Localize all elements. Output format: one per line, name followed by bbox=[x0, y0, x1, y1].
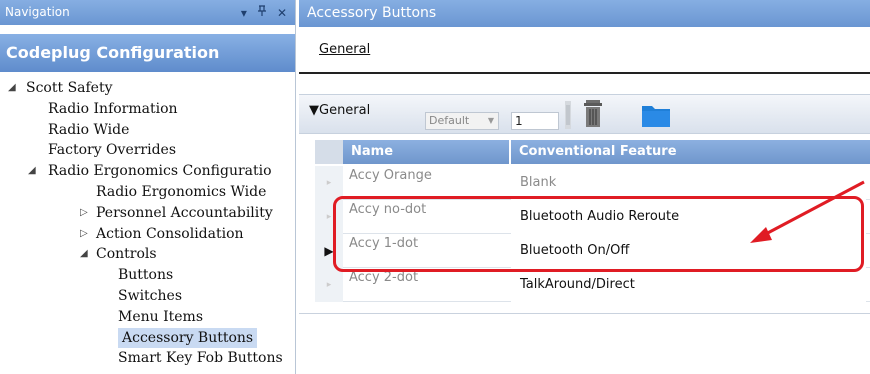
tree-item-personnel-accountability[interactable]: ▷ Personnel Accountability bbox=[0, 203, 295, 223]
trash-icon[interactable] bbox=[582, 99, 604, 129]
tree-item-radio-ergonomics-configuration[interactable]: ◢ Radio Ergonomics Configuratio bbox=[0, 161, 295, 181]
codeplug-configuration-header[interactable]: Codeplug Configuration bbox=[0, 34, 295, 72]
tree-item-controls[interactable]: ◢ Controls bbox=[0, 244, 295, 264]
tree-item-label: Menu Items bbox=[118, 308, 204, 325]
tree-item-radio-ergonomics-wide[interactable]: Radio Ergonomics Wide bbox=[0, 182, 295, 202]
red-arrow-icon bbox=[750, 180, 865, 243]
tab-divider bbox=[299, 72, 870, 74]
folder-icon[interactable] bbox=[641, 102, 671, 128]
tree-item-label: Action Consolidation bbox=[96, 225, 244, 242]
group-title[interactable]: ▼General bbox=[309, 103, 370, 118]
section-title: Codeplug Configuration bbox=[6, 43, 220, 62]
content-titlebar: Accessory Buttons bbox=[299, 0, 870, 27]
content-title: Accessory Buttons bbox=[307, 5, 437, 21]
tree-item-label: Radio Ergonomics Wide bbox=[96, 184, 267, 200]
tree-item-label: Switches bbox=[118, 288, 183, 304]
tab-general[interactable]: General bbox=[319, 42, 370, 57]
tree-item-label: Buttons bbox=[118, 267, 174, 284]
pin-icon[interactable] bbox=[257, 5, 267, 20]
tree-item-label: Scott Safety bbox=[26, 80, 113, 96]
tree-item-accessory-buttons[interactable]: Accessory Buttons bbox=[0, 327, 295, 348]
collapse-icon[interactable]: ◢ bbox=[8, 78, 20, 98]
collapse-icon[interactable]: ◢ bbox=[80, 244, 92, 264]
tree-item-factory-overrides[interactable]: Factory Overrides bbox=[0, 140, 295, 160]
dropdown-icon[interactable]: ▾ bbox=[241, 6, 247, 20]
tree-item-radio-wide[interactable]: Radio Wide bbox=[0, 120, 295, 140]
collapse-icon[interactable]: ◢ bbox=[28, 161, 40, 181]
expand-icon[interactable]: ▷ bbox=[80, 203, 92, 223]
tree-item-label: Radio Wide bbox=[48, 121, 130, 138]
default-select-value: Default bbox=[429, 114, 470, 127]
tree-item-radio-information[interactable]: Radio Information bbox=[0, 99, 295, 119]
tree-item-label: Accessory Buttons bbox=[118, 327, 258, 348]
default-select[interactable]: Default ▼ bbox=[425, 112, 499, 130]
tree-item-switches[interactable]: Switches bbox=[0, 286, 295, 306]
tree-item-label: Factory Overrides bbox=[48, 142, 177, 159]
grip-icon bbox=[565, 101, 571, 129]
tree-item-label: Radio Ergonomics Configuratio bbox=[48, 163, 272, 180]
tree-item-label: Personnel Accountability bbox=[96, 204, 273, 221]
number-input[interactable]: 1 bbox=[511, 112, 559, 130]
navigation-title: Navigation bbox=[5, 5, 70, 19]
tree-item-action-consolidation[interactable]: ▷ Action Consolidation bbox=[0, 224, 295, 244]
tree-item-scott-safety[interactable]: ◢ Scott Safety bbox=[0, 78, 295, 98]
tree-item-menu-items[interactable]: Menu Items bbox=[0, 307, 295, 327]
tree-item-buttons[interactable]: Buttons bbox=[0, 265, 295, 285]
expand-icon[interactable]: ▷ bbox=[80, 224, 92, 244]
navigation-pane: Navigation ▾ ✕ Codeplug Configuration ◢ S… bbox=[0, 0, 296, 374]
tree-item-label: Smart Key Fob Buttons bbox=[118, 350, 283, 367]
close-icon[interactable]: ✕ bbox=[277, 6, 287, 20]
tree-item-label: Radio Information bbox=[48, 100, 178, 117]
navigation-window-controls: ▾ ✕ bbox=[241, 0, 287, 25]
tree-item-label: Controls bbox=[96, 246, 157, 263]
group-toolbar: ▼General Default ▼ 1 bbox=[299, 94, 870, 134]
tree-item-smart-key-fob-buttons[interactable]: Smart Key Fob Buttons bbox=[0, 348, 295, 368]
chevron-down-icon: ▼ bbox=[487, 116, 494, 125]
